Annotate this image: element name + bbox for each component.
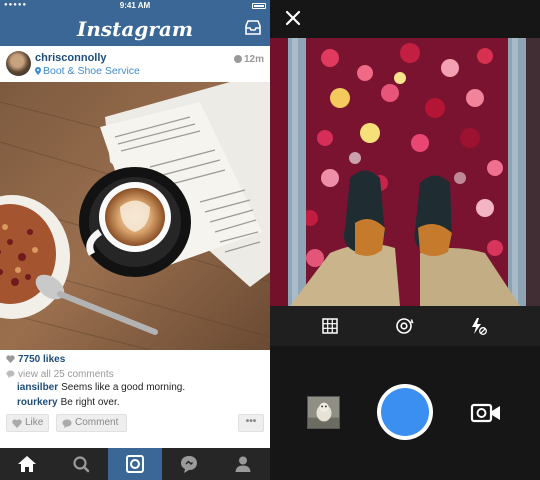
feed-screen: ●●●●● 9:41 AM Instagram chrisconnolly Bo… <box>0 0 270 480</box>
grid-icon[interactable] <box>320 316 340 336</box>
post-username[interactable]: chrisconnolly <box>35 52 107 64</box>
shutter-button[interactable] <box>377 384 433 440</box>
tab-camera[interactable] <box>108 448 162 480</box>
heart-icon <box>6 355 15 363</box>
clock-icon <box>233 55 242 63</box>
post-location[interactable]: Boot & Shoe Service <box>35 65 140 77</box>
time-ago-label: 12m <box>243 54 264 65</box>
home-icon <box>18 456 36 472</box>
speech-bubble-icon <box>6 370 15 378</box>
comment-text: Be right over. <box>60 397 120 408</box>
speech-bubble-icon <box>181 456 197 473</box>
location-label: Boot & Shoe Service <box>43 65 140 77</box>
flash-off-icon[interactable] <box>468 316 488 336</box>
search-icon <box>73 456 90 473</box>
tab-bar <box>0 448 270 480</box>
avatar[interactable] <box>6 51 31 76</box>
tab-explore[interactable] <box>54 448 108 480</box>
more-options-button[interactable]: ••• <box>238 414 264 432</box>
flip-camera-icon[interactable] <box>394 316 414 336</box>
inbox-tray-icon[interactable] <box>244 20 262 36</box>
like-label: Like <box>25 417 44 428</box>
heart-icon <box>12 419 22 428</box>
status-time: 9:41 AM <box>119 1 151 10</box>
comment-username[interactable]: rourkery <box>17 397 58 408</box>
nav-bar: Instagram <box>0 12 270 46</box>
camera-top-bar <box>270 0 540 38</box>
like-button[interactable]: Like <box>6 414 49 432</box>
post-time: 12m <box>233 54 264 65</box>
camera-viewfinder[interactable] <box>270 38 540 306</box>
profile-icon <box>235 456 251 472</box>
tab-profile[interactable] <box>216 448 270 480</box>
speech-bubble-icon <box>62 419 72 428</box>
view-all-label: view all 25 comments <box>18 369 114 380</box>
location-pin-icon <box>35 67 41 75</box>
comment: rourkery Be right over. <box>17 397 120 408</box>
comment-username[interactable]: iansilber <box>17 382 58 393</box>
likes-label: 7750 likes <box>18 354 66 365</box>
tab-news[interactable] <box>162 448 216 480</box>
comment-button[interactable]: Comment <box>56 414 127 432</box>
camera-controls <box>270 346 540 480</box>
status-bar: ●●●●● 9:41 AM <box>0 0 270 12</box>
camera-icon <box>126 455 144 473</box>
gallery-thumbnail[interactable] <box>307 396 340 429</box>
comment-text: Seems like a good morning. <box>61 382 186 393</box>
shutter-inner <box>381 388 429 436</box>
post-photo[interactable] <box>0 82 270 350</box>
likes-count[interactable]: 7750 likes <box>6 354 65 365</box>
post-header: chrisconnolly Boot & Shoe Service 12m <box>0 46 270 82</box>
camera-screen <box>270 0 540 480</box>
battery-icon <box>252 3 266 9</box>
close-icon[interactable] <box>284 9 302 27</box>
camera-tools <box>270 306 540 346</box>
comment: iansilber Seems like a good morning. <box>17 382 185 393</box>
video-camera-icon[interactable] <box>470 402 502 424</box>
app-logo: Instagram <box>77 17 193 41</box>
tab-home[interactable] <box>0 448 54 480</box>
view-all-comments[interactable]: view all 25 comments <box>6 369 114 380</box>
comment-label: Comment <box>75 417 119 428</box>
